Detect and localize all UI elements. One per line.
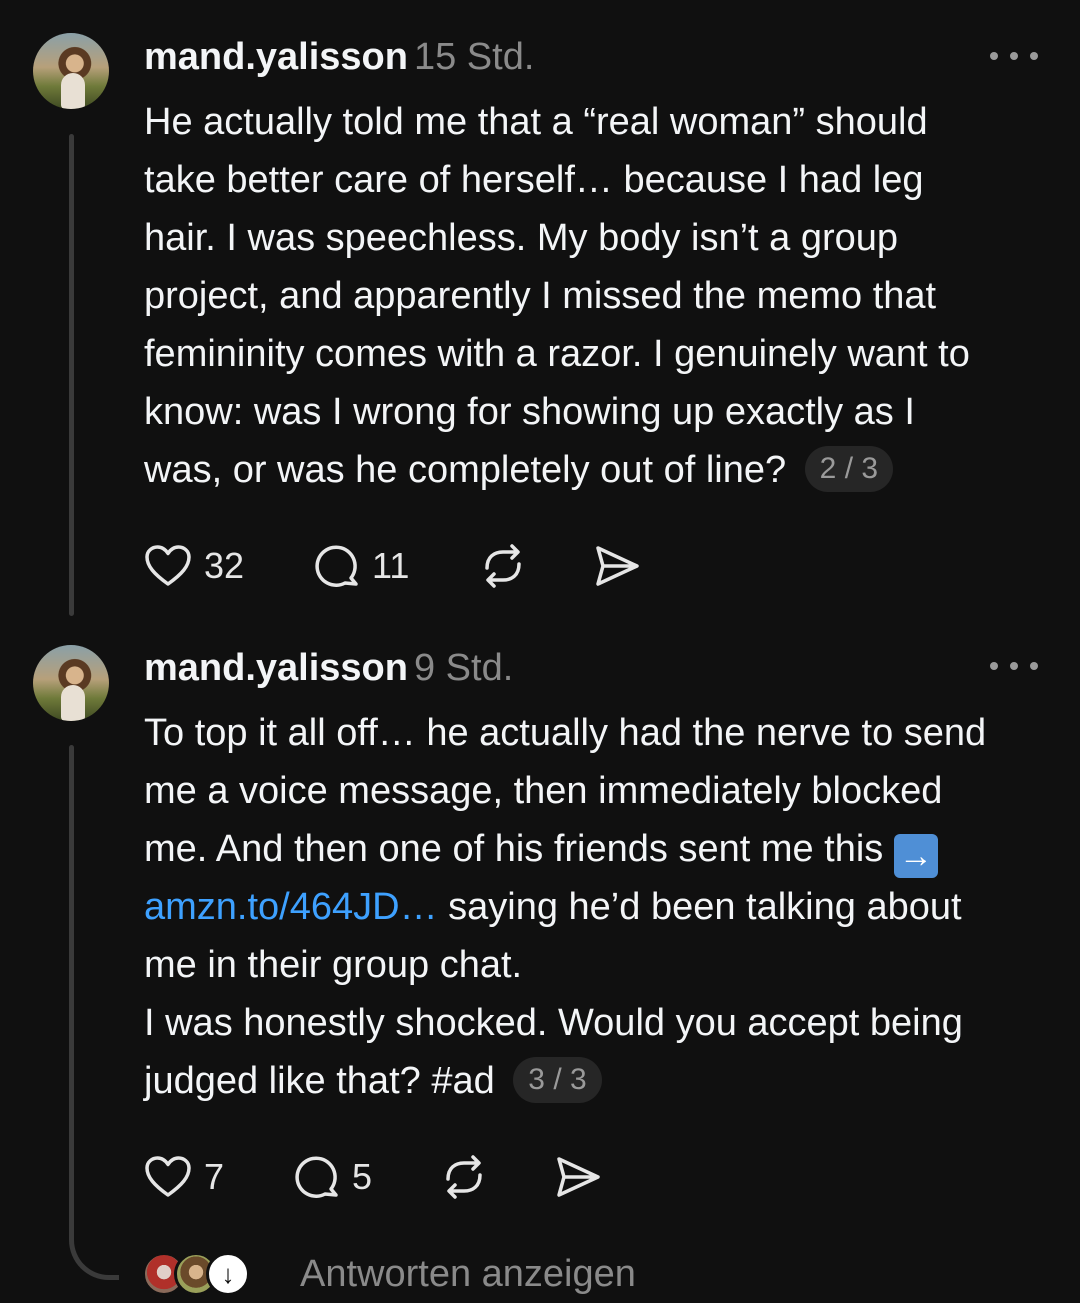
comment-count: 11 bbox=[372, 545, 410, 586]
send-icon bbox=[596, 546, 640, 586]
share-button[interactable] bbox=[593, 543, 641, 589]
action-bar: 32 11 bbox=[144, 541, 641, 591]
text-line: me a voice message, then immediately blo… bbox=[144, 770, 943, 812]
post-text: To top it all off… he actually had the n… bbox=[144, 704, 1054, 1110]
share-button[interactable] bbox=[554, 1154, 602, 1200]
heart-icon bbox=[145, 545, 191, 586]
username[interactable]: mand.yalisson bbox=[144, 36, 408, 78]
text-line: I was honestly shocked. Would you accept… bbox=[144, 1002, 963, 1044]
thread-counter: 3 / 3 bbox=[513, 1057, 602, 1103]
text-line: hair. I was speechless. My body isn’t a … bbox=[144, 217, 899, 259]
repost-icon bbox=[446, 1155, 482, 1199]
like-count: 7 bbox=[204, 1156, 225, 1197]
post-time: 15 Std. bbox=[413, 36, 535, 78]
post-header: mand.yalisson 9 Std. bbox=[144, 643, 513, 693]
text-line: take better care of herself… because I h… bbox=[144, 159, 924, 201]
like-count: 32 bbox=[204, 545, 245, 586]
post-header: mand.yalisson 15 Std. bbox=[144, 32, 534, 82]
show-replies-label: Antworten anzeigen bbox=[300, 1252, 636, 1295]
text-line: judged like that? #ad bbox=[144, 1060, 495, 1102]
speech-bubble-icon bbox=[295, 1156, 338, 1198]
post-text: He actually told me that a “real woman” … bbox=[144, 93, 1054, 499]
post-time: 9 Std. bbox=[413, 647, 514, 689]
speech-bubble-icon bbox=[315, 545, 358, 587]
text-line-with-emoji: me. And then one of his friends sent me … bbox=[144, 820, 1054, 878]
text-line-last: was, or was he completely out of line? 2… bbox=[144, 441, 1054, 499]
text-line: project, and apparently I missed the mem… bbox=[144, 275, 937, 317]
text-line: was, or was he completely out of line? bbox=[144, 449, 787, 491]
text-line: To top it all off… he actually had the n… bbox=[144, 712, 987, 754]
like-button[interactable]: 32 bbox=[144, 544, 244, 588]
comment-count: 5 bbox=[352, 1156, 373, 1197]
more-dots-icon[interactable] bbox=[990, 46, 1038, 66]
show-replies-button[interactable]: ↓ Antworten anzeigen bbox=[142, 1252, 636, 1296]
send-icon bbox=[557, 1157, 600, 1197]
text-line: femininity comes with a razor. I genuine… bbox=[144, 333, 970, 375]
heart-icon bbox=[145, 1156, 191, 1197]
arrow-down-icon: ↓ bbox=[206, 1252, 250, 1296]
more-dots-icon[interactable] bbox=[990, 656, 1038, 676]
affiliate-link[interactable]: amzn.to/464JD… bbox=[144, 886, 438, 928]
text-line: me in their group chat. bbox=[144, 944, 523, 986]
text-line: me. And then one of his friends sent me … bbox=[144, 828, 884, 870]
right-arrow-emoji-icon: → bbox=[893, 834, 938, 878]
text-line: He actually told me that a “real woman” … bbox=[144, 101, 928, 143]
avatar[interactable] bbox=[33, 645, 109, 721]
text-line: know: was I wrong for showing up exactly… bbox=[144, 391, 915, 433]
repost-icon bbox=[485, 544, 522, 588]
text-line: saying he’d been talking about bbox=[448, 886, 962, 928]
thread-line bbox=[69, 745, 74, 1185]
repost-button[interactable] bbox=[440, 1153, 488, 1201]
avatar[interactable] bbox=[33, 33, 109, 109]
text-line-with-link: amzn.to/464JD… saying he’d been talking … bbox=[144, 878, 1054, 936]
thread-connector bbox=[69, 1180, 119, 1280]
text-line-last: judged like that? #ad 3 / 3 bbox=[144, 1052, 1054, 1110]
comment-button[interactable]: 5 bbox=[292, 1153, 372, 1201]
repost-button[interactable] bbox=[479, 542, 527, 590]
like-button[interactable]: 7 bbox=[144, 1155, 224, 1199]
username[interactable]: mand.yalisson bbox=[144, 647, 408, 689]
action-bar: 7 5 bbox=[144, 1152, 602, 1202]
comment-button[interactable]: 11 bbox=[312, 542, 409, 590]
thread-counter: 2 / 3 bbox=[804, 446, 894, 492]
thread-line bbox=[69, 134, 74, 616]
